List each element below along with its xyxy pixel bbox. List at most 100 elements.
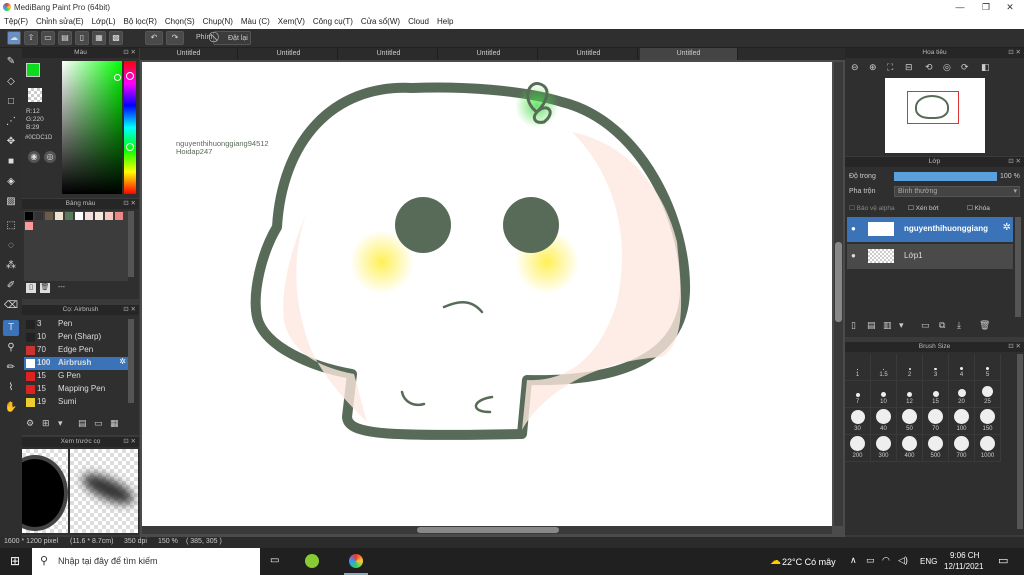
eyedropper-icon[interactable]: ⌇	[3, 380, 19, 396]
brush-size-cell[interactable]: 1.5	[871, 354, 897, 381]
clock-date[interactable]: 12/11/2021	[944, 562, 983, 571]
drawing-canvas[interactable]: nguyenthihuonggiang94512 Hoidap247	[142, 62, 832, 526]
new-layer-icon[interactable]: ▯	[851, 320, 856, 331]
delete-layer-icon[interactable]: 🗑	[979, 320, 990, 331]
brush-size-cell[interactable]: 300	[871, 435, 897, 462]
swatch[interactable]	[105, 212, 113, 220]
cloud-icon[interactable]: ☁	[7, 31, 21, 45]
brush-size-cell[interactable]: 2	[897, 354, 923, 381]
size-scrollbar[interactable]	[1017, 354, 1023, 529]
hand-tool-icon[interactable]: ✋	[3, 400, 19, 416]
menu-item[interactable]: Lớp(L)	[88, 15, 120, 28]
swatch[interactable]	[55, 212, 63, 220]
brush-item[interactable]: 15 G Pen	[24, 370, 128, 383]
brush-size-cell[interactable]: 1000	[975, 435, 1001, 462]
minimize-icon[interactable]: —	[948, 0, 972, 15]
hue-cursor-top[interactable]	[126, 72, 134, 80]
new-layer-8bit-icon[interactable]: ▤	[867, 320, 876, 331]
swatch[interactable]	[65, 212, 73, 220]
menu-item[interactable]: Chỉnh sửa(E)	[32, 15, 88, 28]
menu-item[interactable]: Công cụ(T)	[309, 15, 357, 28]
save-icon[interactable]: ▤	[58, 31, 72, 45]
swatch[interactable]	[25, 222, 33, 230]
swatch[interactable]	[115, 212, 123, 220]
brush-size-cell[interactable]: 50	[897, 408, 923, 435]
export-icon[interactable]: ⇧	[24, 31, 38, 45]
menu-item[interactable]: Bộ lọc(R)	[120, 15, 161, 28]
menu-item[interactable]: Tệp(F)	[0, 15, 32, 28]
actual-size-icon[interactable]: ⊟	[905, 62, 913, 73]
lock-option[interactable]: ☐ Khóa	[967, 204, 990, 212]
brush-item[interactable]: 70 Edge Pen	[24, 344, 128, 357]
menu-item[interactable]: Cửa sổ(W)	[357, 15, 404, 28]
brush-settings-icon[interactable]: ✲	[119, 357, 126, 366]
hue-cursor[interactable]	[126, 143, 134, 151]
horizontal-scrollbar[interactable]	[142, 526, 832, 534]
menu-item[interactable]: Help	[433, 15, 457, 28]
add-brush-icon[interactable]: ⊞	[42, 418, 50, 429]
bucket-tool-icon[interactable]: ◈	[3, 174, 19, 190]
notification-icon[interactable]: ▭	[998, 554, 1008, 567]
protect-alpha-option[interactable]: ☐ Bảo vệ alpha	[849, 204, 895, 212]
brush-size-cell[interactable]: 500	[923, 435, 949, 462]
layer-scrollbar[interactable]	[1015, 217, 1021, 317]
select-eraser-icon[interactable]: ⌫	[3, 298, 19, 314]
flip-icon[interactable]: ◧	[981, 62, 990, 73]
brush-menu-icon[interactable]: ▾	[58, 418, 63, 429]
zoom-out-icon[interactable]: ⊖	[851, 62, 859, 73]
chevron-up-icon[interactable]: ∧	[850, 555, 857, 566]
brush-tool-icon[interactable]: ✎	[3, 54, 19, 70]
tab-untitled[interactable]: Untitled	[140, 48, 238, 60]
delete-palette-icon[interactable]: 🗑	[40, 283, 50, 293]
layer-row[interactable]: ● Lớp1	[847, 244, 1013, 269]
swatch[interactable]	[85, 212, 93, 220]
brush-scrollbar[interactable]	[128, 319, 134, 403]
reset-button[interactable]: ⃠ Đặt lại	[213, 31, 251, 45]
menu-item[interactable]: Chọn(S)	[161, 15, 199, 28]
page-icon[interactable]: ▯	[75, 31, 89, 45]
reset-rotate-icon[interactable]: ◎	[943, 62, 951, 73]
opacity-slider[interactable]	[894, 172, 997, 181]
text-tool-icon[interactable]: T	[3, 320, 19, 336]
hue-slider[interactable]	[124, 61, 136, 194]
undo-icon[interactable]: ↶	[145, 31, 163, 45]
duplicate-layer-icon[interactable]: ⧉	[939, 320, 945, 331]
brush-size-cell[interactable]: 150	[975, 408, 1001, 435]
layer-row-active[interactable]: ● nguyenthihuonggiang ✲	[847, 217, 1013, 242]
brush-size-cell[interactable]: 25	[975, 381, 1001, 408]
brush-size-cell[interactable]: 20	[949, 381, 975, 408]
tab-untitled[interactable]: Untitled	[340, 48, 438, 60]
brush-item[interactable]: 100 Airbrush ✲	[24, 357, 128, 370]
new-palette-icon[interactable]: ▯	[26, 283, 36, 293]
select-pen-icon[interactable]: ✐	[3, 278, 19, 294]
zoom-in-icon[interactable]: ⊕	[869, 62, 877, 73]
grid-icon[interactable]: ▦	[92, 31, 106, 45]
magic-wand-icon[interactable]: ⁂	[3, 258, 19, 274]
new-layer-1bit-icon[interactable]: ▥	[883, 320, 892, 331]
weather-text[interactable]: 22°C Có mây	[782, 557, 836, 567]
brush-size-cell[interactable]: 100	[949, 408, 975, 435]
fill-shape-icon[interactable]: ■	[3, 154, 19, 170]
layer-settings-icon[interactable]: ✲	[1003, 222, 1011, 233]
task-view-icon[interactable]: ▭	[270, 555, 279, 566]
menu-item[interactable]: Xem(V)	[274, 15, 309, 28]
brush-size-cell[interactable]: 30	[845, 408, 871, 435]
navigator-thumbnail[interactable]	[885, 78, 985, 153]
clock-time[interactable]: 9:06 CH	[950, 551, 979, 560]
menu-item[interactable]: Chụp(N)	[199, 15, 237, 28]
brush-size-cell[interactable]: 12	[897, 381, 923, 408]
swatch[interactable]	[25, 212, 33, 220]
brush-size-cell[interactable]: 400	[897, 435, 923, 462]
layer-folder-icon[interactable]: ▭	[921, 320, 930, 331]
brush-size-cell[interactable]: 10	[871, 381, 897, 408]
close-icon[interactable]: ✕	[998, 0, 1022, 15]
brush-size-cell[interactable]: 5	[975, 354, 1001, 381]
gradient-tool-icon[interactable]: ▨	[3, 194, 19, 210]
swatch[interactable]	[35, 212, 43, 220]
tab-untitled[interactable]: Untitled	[540, 48, 638, 60]
eraser-tool-icon[interactable]: ◇	[3, 74, 19, 90]
vertical-scrollbar[interactable]	[834, 62, 843, 526]
brush-size-cell[interactable]: 7	[845, 381, 871, 408]
brush-copy-icon[interactable]: ▤	[78, 418, 87, 429]
volume-icon[interactable]: ◁)	[898, 555, 908, 566]
